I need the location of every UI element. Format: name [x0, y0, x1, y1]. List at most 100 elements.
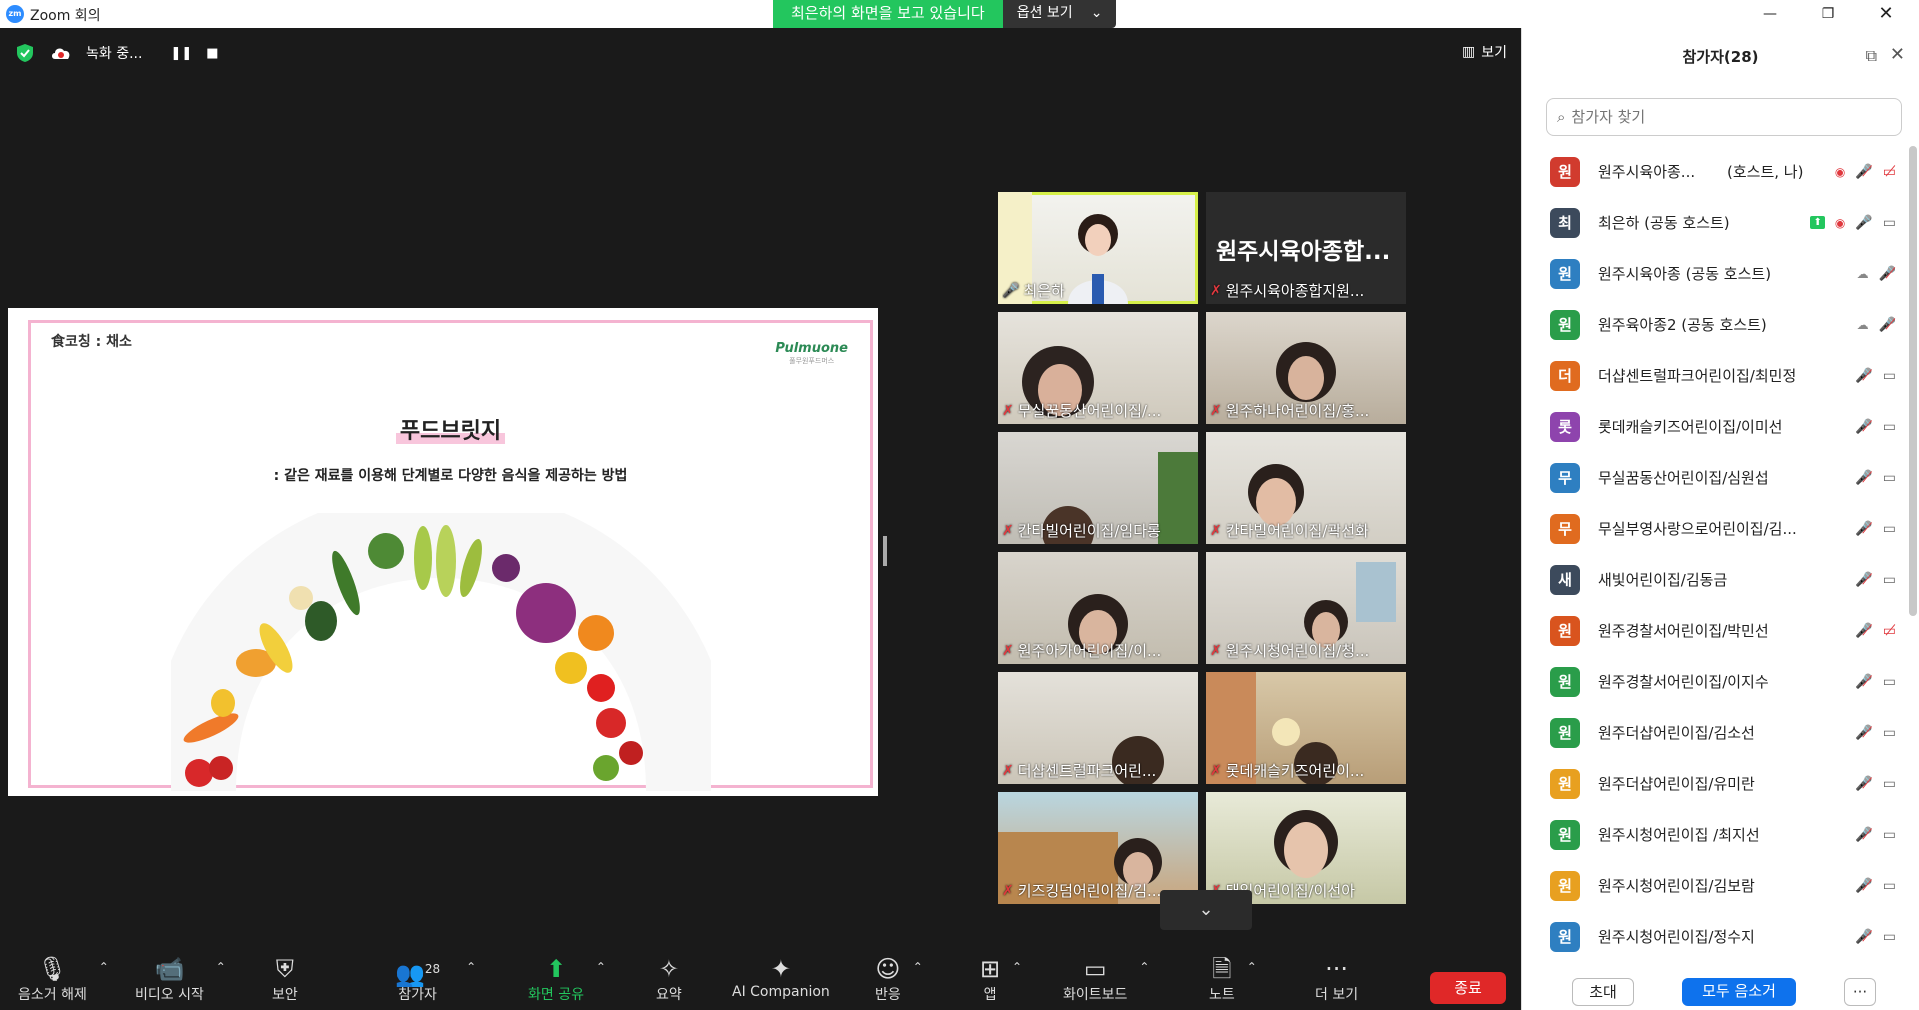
- summary-icon: ✧: [658, 955, 679, 983]
- video-tile[interactable]: ✗ 원주하나어린이집/홍...: [1206, 312, 1406, 424]
- participant-row[interactable]: 원 원주육아종2 (공동 호스트) ☁ 🎤̸: [1522, 299, 1908, 350]
- video-icon[interactable]: ▭: [1883, 419, 1896, 435]
- pause-recording-icon[interactable]: ❚❚: [170, 46, 192, 61]
- participant-row[interactable]: 원 원주경찰서어린이집/박민선 🎤̸ ▭̸: [1522, 605, 1908, 656]
- unmute-button[interactable]: 🎙 음소거 해제 ⌃: [18, 954, 109, 1004]
- video-tile[interactable]: 🎤 최은하: [998, 192, 1198, 304]
- participant-row[interactable]: 원 원주시육아종... (호스트, 나) ◉ 🎤̸ ▭̸: [1522, 146, 1908, 197]
- muted-mic-icon[interactable]: 🎤̸: [1855, 419, 1872, 435]
- participant-search[interactable]: ⌕: [1546, 98, 1902, 136]
- encryption-shield-icon[interactable]: [14, 42, 36, 64]
- video-icon[interactable]: ▭: [1883, 674, 1896, 690]
- minimize-button[interactable]: —: [1742, 0, 1798, 28]
- share-options-caret-icon[interactable]: ⌃: [596, 960, 606, 974]
- video-tile[interactable]: ✗ 더샵센트럴파크어린...: [998, 672, 1198, 784]
- share-screen-button[interactable]: ⬆ 화면 공유 ⌃: [528, 954, 606, 1004]
- participants-button[interactable]: 👥28 참가자 ⌃: [395, 954, 476, 1004]
- muted-mic-icon[interactable]: 🎤̸: [1855, 674, 1872, 690]
- participant-row[interactable]: 원 원주시청어린이집 /최지선 🎤̸ ▭: [1522, 809, 1908, 860]
- apps-button[interactable]: ⊞ 앱 ⌃: [980, 954, 1022, 1004]
- whiteboard-caret-icon[interactable]: ⌃: [1139, 960, 1149, 974]
- participant-row[interactable]: 새 새빛어린이집/김동금 🎤̸ ▭: [1522, 554, 1908, 605]
- participants-caret-icon[interactable]: ⌃: [466, 960, 476, 974]
- muted-mic-icon[interactable]: 🎤̸: [1855, 572, 1872, 588]
- participant-row[interactable]: 원 원주시육아종 (공동 호스트) ☁ 🎤̸: [1522, 248, 1908, 299]
- restore-button[interactable]: ❐: [1800, 0, 1856, 28]
- popout-icon[interactable]: ⧉: [1866, 46, 1877, 66]
- video-icon[interactable]: ▭: [1883, 725, 1896, 741]
- muted-mic-icon[interactable]: 🎤̸: [1855, 368, 1872, 384]
- muted-mic-icon[interactable]: 🎤̸: [1879, 266, 1896, 282]
- close-panel-icon[interactable]: ✕: [1890, 44, 1905, 65]
- video-icon[interactable]: ▭: [1883, 878, 1896, 894]
- start-video-button[interactable]: 📹 비디오 시작 ⌃: [135, 954, 226, 1004]
- view-button[interactable]: ▥ 보기: [1462, 42, 1507, 62]
- muted-mic-icon[interactable]: 🎤̸: [1855, 776, 1872, 792]
- audio-options-caret-icon[interactable]: ⌃: [99, 960, 109, 974]
- video-off-icon[interactable]: ▭̸: [1883, 623, 1896, 639]
- video-icon[interactable]: ▭: [1883, 521, 1896, 537]
- muted-mic-icon[interactable]: 🎤̸: [1855, 878, 1872, 894]
- video-off-icon[interactable]: ▭̸: [1883, 164, 1896, 180]
- apps-caret-icon[interactable]: ⌃: [1012, 960, 1022, 974]
- reactions-caret-icon[interactable]: ⌃: [913, 960, 923, 974]
- video-icon[interactable]: ▭: [1883, 929, 1896, 945]
- participant-row[interactable]: 원 원주경찰서어린이집/이지수 🎤̸ ▭: [1522, 656, 1908, 707]
- more-button[interactable]: ··· 더 보기: [1315, 954, 1358, 1004]
- reactions-button[interactable]: ☺ 반응 ⌃: [875, 954, 923, 1004]
- resize-splitter[interactable]: [883, 536, 887, 566]
- video-icon[interactable]: ▭: [1883, 776, 1896, 792]
- participant-row[interactable]: 무 무실꿈동산어린이집/심원섭 🎤̸ ▭: [1522, 452, 1908, 503]
- participant-name: 무실꿈동산어린이집/심원섭: [1598, 469, 1769, 487]
- summary-button[interactable]: ✧ 요약: [656, 954, 682, 1004]
- muted-mic-icon[interactable]: 🎤̸: [1855, 470, 1872, 486]
- video-icon[interactable]: ▭: [1883, 827, 1896, 843]
- participant-row[interactable]: 원 원주시청어린이집/정수지 🎤̸ ▭: [1522, 911, 1908, 962]
- video-tile[interactable]: ✗ 무실꿈동산어린이집/...: [998, 312, 1198, 424]
- participant-row[interactable]: 더 더샵센트럴파크어린이집/최민정 🎤̸ ▭: [1522, 350, 1908, 401]
- video-tile[interactable]: ✗ 칸타빌어린이집/곽선화: [1206, 432, 1406, 544]
- participant-list-scrollbar[interactable]: [1909, 146, 1917, 616]
- more-options-button[interactable]: ···: [1844, 978, 1876, 1006]
- participant-search-input[interactable]: [1571, 108, 1872, 126]
- show-more-videos-button[interactable]: ⌄: [1160, 890, 1252, 930]
- muted-mic-icon[interactable]: 🎤̸: [1855, 164, 1872, 180]
- participant-row[interactable]: 원 원주더샵어린이집/김소선 🎤̸ ▭: [1522, 707, 1908, 758]
- close-window-button[interactable]: ✕: [1858, 0, 1914, 28]
- video-tile[interactable]: ✗ 키즈킹덤어린이집/김...: [998, 792, 1198, 904]
- mute-all-button[interactable]: 모두 음소거: [1682, 978, 1796, 1006]
- video-tile[interactable]: 원주시육아종합... ✗ 원주시육아종합지원...: [1206, 192, 1406, 304]
- participant-row[interactable]: 무 무실부영사랑으로어린이집/김... 🎤̸ ▭: [1522, 503, 1908, 554]
- video-tile[interactable]: ✗ 칸타빌어린이집/임다롱: [998, 432, 1198, 544]
- muted-mic-icon[interactable]: 🎤̸: [1855, 521, 1872, 537]
- security-button[interactable]: ⛨ 보안: [272, 954, 298, 1004]
- whiteboard-button[interactable]: ▭ 화이트보드 ⌃: [1063, 954, 1149, 1004]
- video-options-caret-icon[interactable]: ⌃: [216, 960, 226, 974]
- video-icon[interactable]: ▭: [1883, 368, 1896, 384]
- video-icon[interactable]: ▭: [1883, 215, 1896, 231]
- ai-companion-button[interactable]: ✦ AI Companion: [732, 954, 830, 1000]
- stop-recording-icon[interactable]: ■: [206, 46, 218, 61]
- notes-caret-icon[interactable]: ⌃: [1247, 960, 1257, 974]
- participant-row[interactable]: 최 최은하 (공동 호스트) ⬆ ◉ 🎤 ▭: [1522, 197, 1908, 248]
- video-icon[interactable]: ▭: [1883, 572, 1896, 588]
- participant-row[interactable]: 롯 롯데캐슬키즈어린이집/이미선 🎤̸ ▭: [1522, 401, 1908, 452]
- notes-button[interactable]: 🗎 노트 ⌃: [1209, 954, 1257, 1004]
- video-icon[interactable]: ▭: [1883, 470, 1896, 486]
- video-tile[interactable]: ✗태일어린이집/이선아: [1206, 792, 1406, 904]
- participant-row[interactable]: 원 원주더샵어린이집/유미란 🎤̸ ▭: [1522, 758, 1908, 809]
- view-options-button[interactable]: 옵션 보기 ⌄: [1002, 0, 1117, 28]
- muted-mic-icon[interactable]: 🎤̸: [1855, 827, 1872, 843]
- mic-icon[interactable]: 🎤: [1855, 215, 1872, 231]
- video-tile[interactable]: ✗ 롯데캐슬키즈어린이...: [1206, 672, 1406, 784]
- muted-mic-icon[interactable]: 🎤̸: [1879, 317, 1896, 333]
- video-tile[interactable]: ✗ 원주아가어린이집/이...: [998, 552, 1198, 664]
- video-tile[interactable]: ✗ 원주시청어린이집/청...: [1206, 552, 1406, 664]
- muted-mic-icon[interactable]: 🎤̸: [1855, 929, 1872, 945]
- muted-mic-icon[interactable]: 🎤̸: [1855, 623, 1872, 639]
- shared-screen-slide: 食코칭 : 채소 Pulmuone 풀무원푸드머스 푸드브릿지 : 같은 재료를 …: [8, 308, 878, 796]
- invite-button[interactable]: 초대: [1572, 978, 1634, 1006]
- muted-mic-icon[interactable]: 🎤̸: [1855, 725, 1872, 741]
- end-meeting-button[interactable]: 종료: [1430, 972, 1506, 1004]
- participant-row[interactable]: 원 원주시청어린이집/김보람 🎤̸ ▭: [1522, 860, 1908, 911]
